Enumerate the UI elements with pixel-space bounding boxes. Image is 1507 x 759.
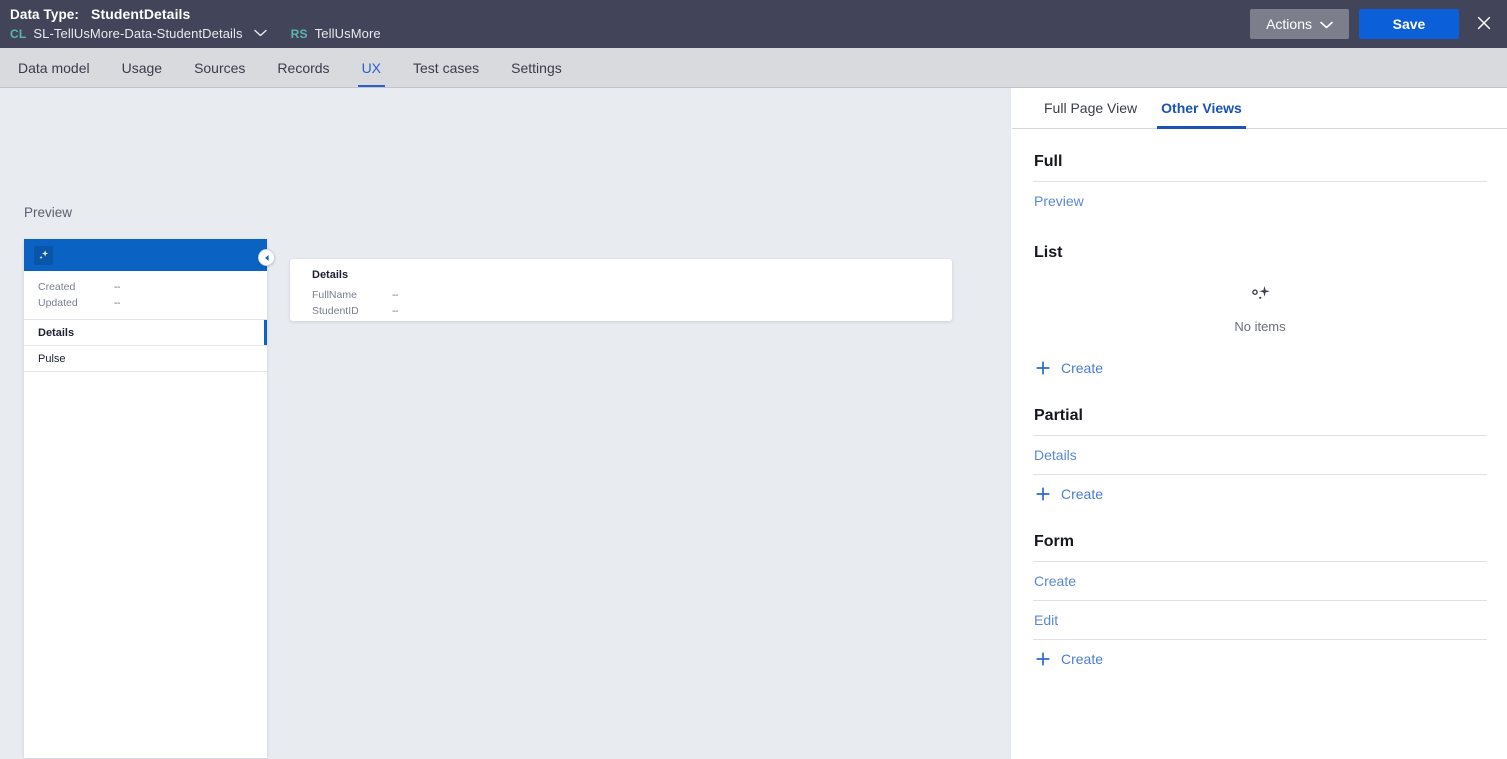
mock-sidebar-item-label: Pulse	[38, 352, 66, 365]
preview-label: Preview	[24, 205, 73, 220]
mock-field-value: --	[392, 289, 399, 301]
tab-other-views[interactable]: Other Views	[1149, 88, 1254, 129]
tab-full-page-view[interactable]: Full Page View	[1032, 88, 1149, 128]
save-button[interactable]: Save	[1359, 9, 1459, 39]
tab-usage-label: Usage	[121, 59, 163, 76]
preview-pane: Preview Created -- Updated -- Details Pu…	[0, 88, 1011, 759]
tab-records-label: Records	[277, 59, 330, 76]
app-header: Data Type: StudentDetails CL SL-TellUsMo…	[0, 0, 1507, 48]
actions-button-label: Actions	[1266, 16, 1312, 32]
view-row-label: Edit	[1034, 612, 1059, 628]
mock-field-key: StudentID	[312, 305, 359, 317]
mock-meta-value: --	[114, 297, 121, 309]
mock-sidebar-item-label: Details	[38, 326, 75, 339]
plus-icon	[1036, 360, 1050, 375]
tab-sources[interactable]: Sources	[178, 48, 261, 87]
header-title-row: Data Type: StudentDetails	[10, 7, 381, 22]
view-row-label: Create	[1061, 651, 1104, 667]
mock-sidebar-item-details[interactable]: Details	[24, 320, 267, 346]
tab-data-model[interactable]: Data model	[2, 48, 106, 87]
mock-meta-block: Created -- Updated --	[24, 271, 267, 320]
tab-usage[interactable]: Usage	[106, 48, 178, 87]
section-title-list: List	[1034, 244, 1063, 261]
main-tabs: Data model Usage Sources Records UX Test…	[0, 48, 1507, 88]
save-button-label: Save	[1392, 16, 1426, 32]
view-row-partial-details[interactable]: Details	[1033, 435, 1487, 474]
sidebar-collapse-toggle[interactable]	[258, 249, 275, 266]
mock-field-value: --	[392, 305, 399, 317]
tab-data-model-label: Data model	[18, 59, 90, 76]
tab-test-cases-label: Test cases	[413, 59, 480, 76]
tab-settings-label: Settings	[511, 59, 562, 76]
list-empty-text: No items	[1234, 319, 1286, 334]
view-row-form-edit[interactable]: Edit	[1033, 600, 1487, 639]
sparkle-icon	[34, 245, 53, 265]
mock-meta-row: Created --	[24, 279, 267, 295]
tab-sources-label: Sources	[194, 59, 246, 76]
mock-field-key: FullName	[312, 289, 357, 301]
view-row-partial-create[interactable]: Create	[1033, 474, 1487, 513]
header-actions: Actions Save	[1250, 0, 1497, 48]
tab-test-cases[interactable]: Test cases	[397, 48, 495, 87]
data-type-value: StudentDetails	[91, 6, 191, 22]
tab-other-views-label: Other Views	[1161, 100, 1242, 116]
actions-button[interactable]: Actions	[1250, 9, 1349, 39]
tab-records[interactable]: Records	[261, 48, 345, 87]
mock-sidebar-item-pulse[interactable]: Pulse	[24, 346, 267, 372]
mock-card-title: Details	[312, 269, 349, 281]
mock-meta-key: Created	[38, 281, 76, 293]
mock-sidebar-header	[24, 239, 267, 271]
view-row-label: Details	[1034, 447, 1077, 463]
view-row-label: Preview	[1034, 193, 1084, 209]
close-button[interactable]	[1471, 9, 1497, 39]
chevron-left-icon	[263, 249, 271, 267]
tab-full-page-view-label: Full Page View	[1044, 100, 1138, 116]
ruleset-name: TellUsMore	[314, 26, 381, 41]
section-title-partial: Partial	[1034, 407, 1083, 424]
tab-ux-label: UX	[361, 59, 382, 76]
class-badge: CL	[10, 27, 27, 41]
section-title-form: Form	[1034, 533, 1074, 550]
ruleset-badge: RS	[290, 27, 308, 41]
actions-chevron-down-icon	[1320, 16, 1333, 32]
class-dropdown-chevron-down-icon[interactable]	[253, 29, 267, 37]
mock-field-row: StudentID --	[312, 303, 930, 319]
view-row-list-create[interactable]: Create	[1033, 348, 1487, 387]
view-row-label: Create	[1061, 486, 1104, 502]
views-list: Full Preview List No items Create Partia…	[1012, 129, 1507, 759]
tab-ux[interactable]: UX	[346, 48, 397, 87]
view-row-form-create-new[interactable]: Create	[1033, 639, 1487, 678]
list-empty-state: No items	[1033, 272, 1487, 348]
view-row-form-create[interactable]: Create	[1033, 561, 1487, 600]
mock-meta-value: --	[114, 281, 121, 293]
view-row-full-preview[interactable]: Preview	[1033, 181, 1487, 220]
mock-meta-row: Updated --	[24, 295, 267, 311]
app-window: Data Type: StudentDetails CL SL-TellUsMo…	[0, 0, 1507, 759]
views-side-panel: Full Page View Other Views Full Preview …	[1011, 88, 1507, 759]
plus-icon	[1036, 487, 1050, 501]
views-tabs: Full Page View Other Views	[1012, 88, 1507, 129]
main-body: Preview Created -- Updated -- Details Pu…	[0, 88, 1507, 759]
mock-details-card: Details FullName -- StudentID --	[290, 259, 952, 321]
section-title-full: Full	[1034, 153, 1063, 170]
plus-icon	[1036, 652, 1050, 666]
sparkle-icon	[1247, 284, 1273, 313]
view-row-label: Create	[1034, 573, 1077, 589]
preview-mock: Created -- Updated -- Details Pulse Deta…	[24, 239, 1011, 759]
data-type-label: Data Type:	[10, 7, 80, 22]
class-name: SL-TellUsMore-Data-StudentDetails	[33, 26, 243, 41]
header-identity: Data Type: StudentDetails CL SL-TellUsMo…	[10, 6, 381, 42]
tab-settings[interactable]: Settings	[495, 48, 578, 87]
close-icon	[1476, 15, 1492, 34]
mock-app-sidebar: Created -- Updated -- Details Pulse	[24, 239, 267, 758]
mock-meta-key: Updated	[38, 297, 78, 309]
header-subtitle-row: CL SL-TellUsMore-Data-StudentDetails RS …	[10, 26, 381, 42]
view-row-label: Create	[1061, 359, 1104, 376]
mock-field-row: FullName --	[312, 287, 930, 303]
